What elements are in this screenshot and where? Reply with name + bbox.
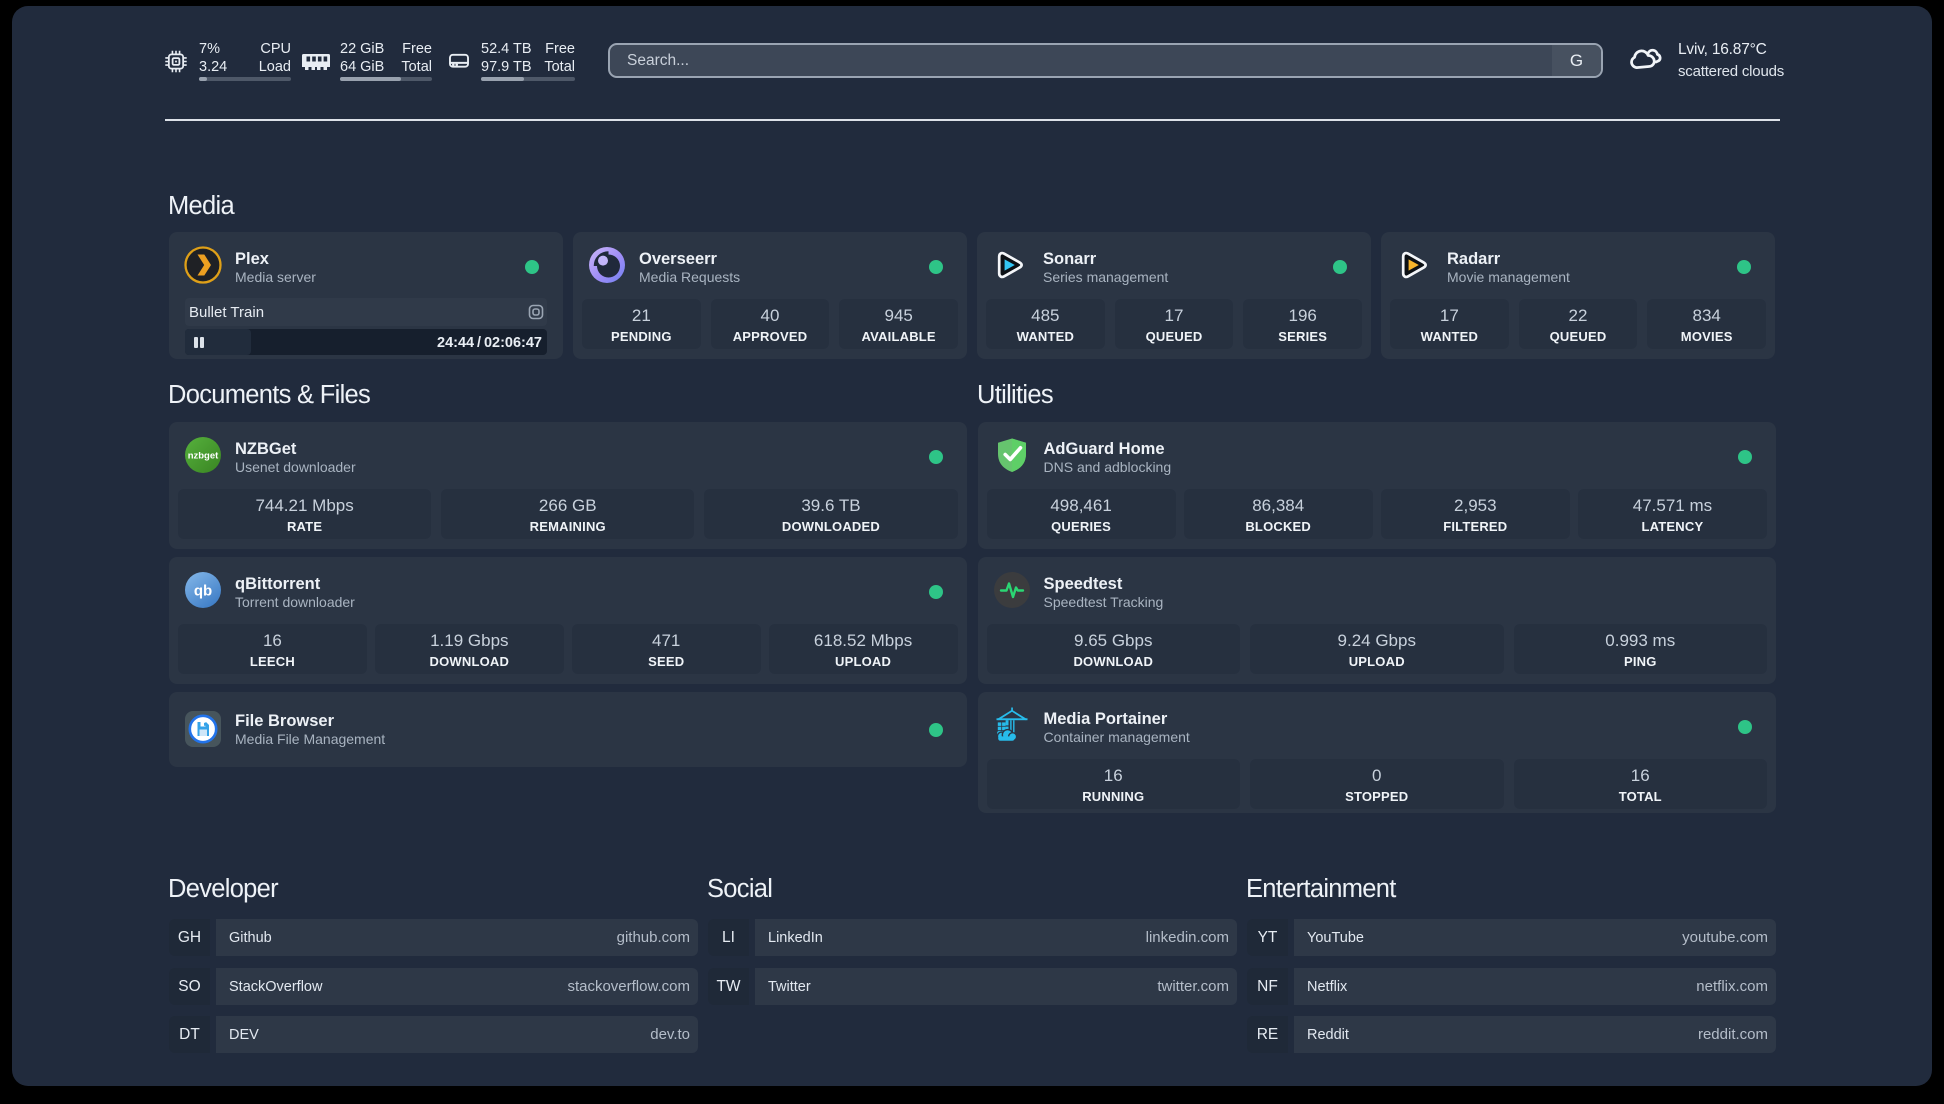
svg-text:nzbget: nzbget (188, 451, 219, 462)
svg-text:qb: qb (194, 583, 212, 600)
